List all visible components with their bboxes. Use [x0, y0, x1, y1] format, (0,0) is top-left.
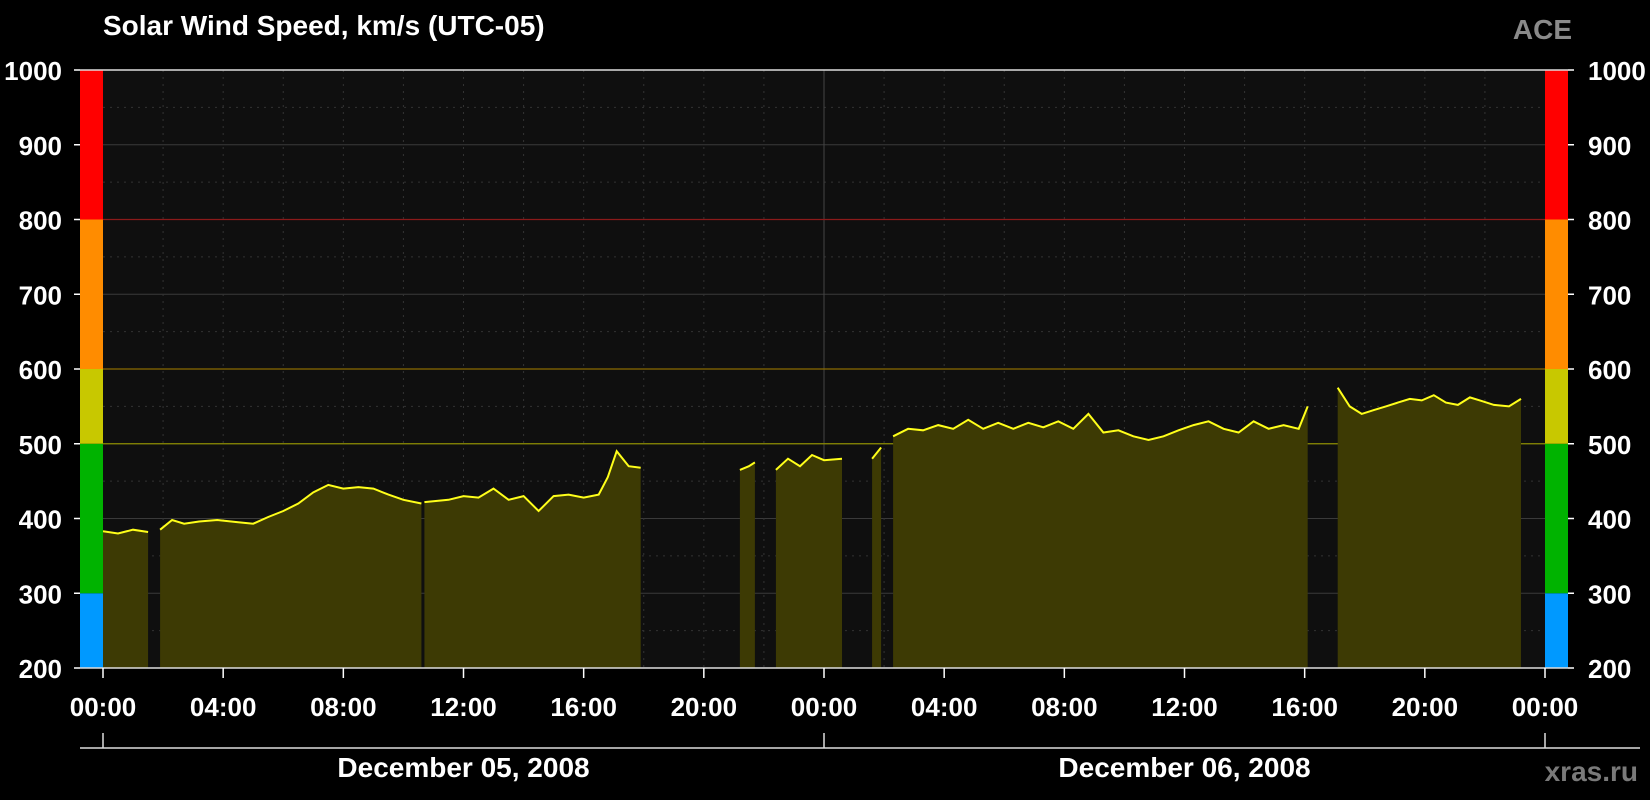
x-tick-label: 16:00: [550, 692, 617, 722]
x-tick-label: 08:00: [1031, 692, 1098, 722]
speed-area-segment-7: [1337, 387, 1521, 668]
x-tick-label: 12:00: [430, 692, 497, 722]
y-tick-label-left: 500: [19, 430, 62, 460]
x-tick-label: 20:00: [1392, 692, 1459, 722]
speed-area-segment-5: [872, 447, 882, 668]
level-band-left: [80, 593, 103, 668]
x-tick-label: 00:00: [791, 692, 858, 722]
y-tick-label-left: 800: [19, 206, 62, 236]
date-label-december-06: December 06, 2008: [1058, 752, 1311, 783]
x-tick-label: 16:00: [1271, 692, 1338, 722]
speed-area-segment-6: [893, 406, 1308, 668]
solar-wind-chart: 200 200 300 300 400 400 500 500 600 600 700 700 800 8…: [4, 56, 1646, 749]
chart-title: Solar Wind Speed, km/s (UTC-05): [103, 10, 545, 41]
x-tick-label: 00:00: [70, 692, 137, 722]
y-tick-label-right: 400: [1588, 505, 1631, 535]
level-band-right: [1545, 369, 1568, 444]
source-label: ACE: [1512, 14, 1572, 45]
y-tick-label-right: 200: [1588, 654, 1631, 684]
x-tick-label: 00:00: [1512, 692, 1579, 722]
level-band-left: [80, 70, 103, 220]
level-band-right: [1545, 443, 1568, 594]
y-tick-label-left: 1000: [4, 56, 62, 86]
x-tick-label: 12:00: [1151, 692, 1218, 722]
x-tick-label: 20:00: [671, 692, 738, 722]
speed-area-segment-0: [103, 529, 149, 668]
y-tick-label-right: 300: [1588, 579, 1631, 609]
y-tick-label-left: 200: [19, 654, 62, 684]
y-tick-label-left: 900: [19, 131, 62, 161]
y-tick-label-left: 600: [19, 355, 62, 385]
y-tick-label-left: 300: [19, 579, 62, 609]
level-band-right: [1545, 593, 1568, 668]
level-band-right: [1545, 219, 1568, 369]
y-tick-label-right: 800: [1588, 206, 1631, 236]
y-tick-label-left: 400: [19, 505, 62, 535]
x-tick-label: 04:00: [190, 692, 257, 722]
watermark: xras.ru: [1544, 756, 1638, 787]
x-tick-label: 04:00: [911, 692, 978, 722]
speed-area-segment-4: [775, 455, 843, 668]
level-band-left: [80, 443, 103, 594]
speed-area-segment-3: [739, 462, 755, 668]
x-tick-label: 08:00: [310, 692, 377, 722]
level-band-left: [80, 219, 103, 369]
y-tick-label-right: 500: [1588, 430, 1631, 460]
y-tick-label-right: 1000: [1588, 56, 1646, 86]
y-tick-label-right: 600: [1588, 355, 1631, 385]
level-band-left: [80, 369, 103, 444]
date-label-december-05: December 05, 2008: [337, 752, 590, 783]
y-tick-label-right: 700: [1588, 280, 1631, 310]
level-band-right: [1545, 70, 1568, 220]
y-tick-label-left: 700: [19, 280, 62, 310]
y-tick-label-right: 900: [1588, 131, 1631, 161]
